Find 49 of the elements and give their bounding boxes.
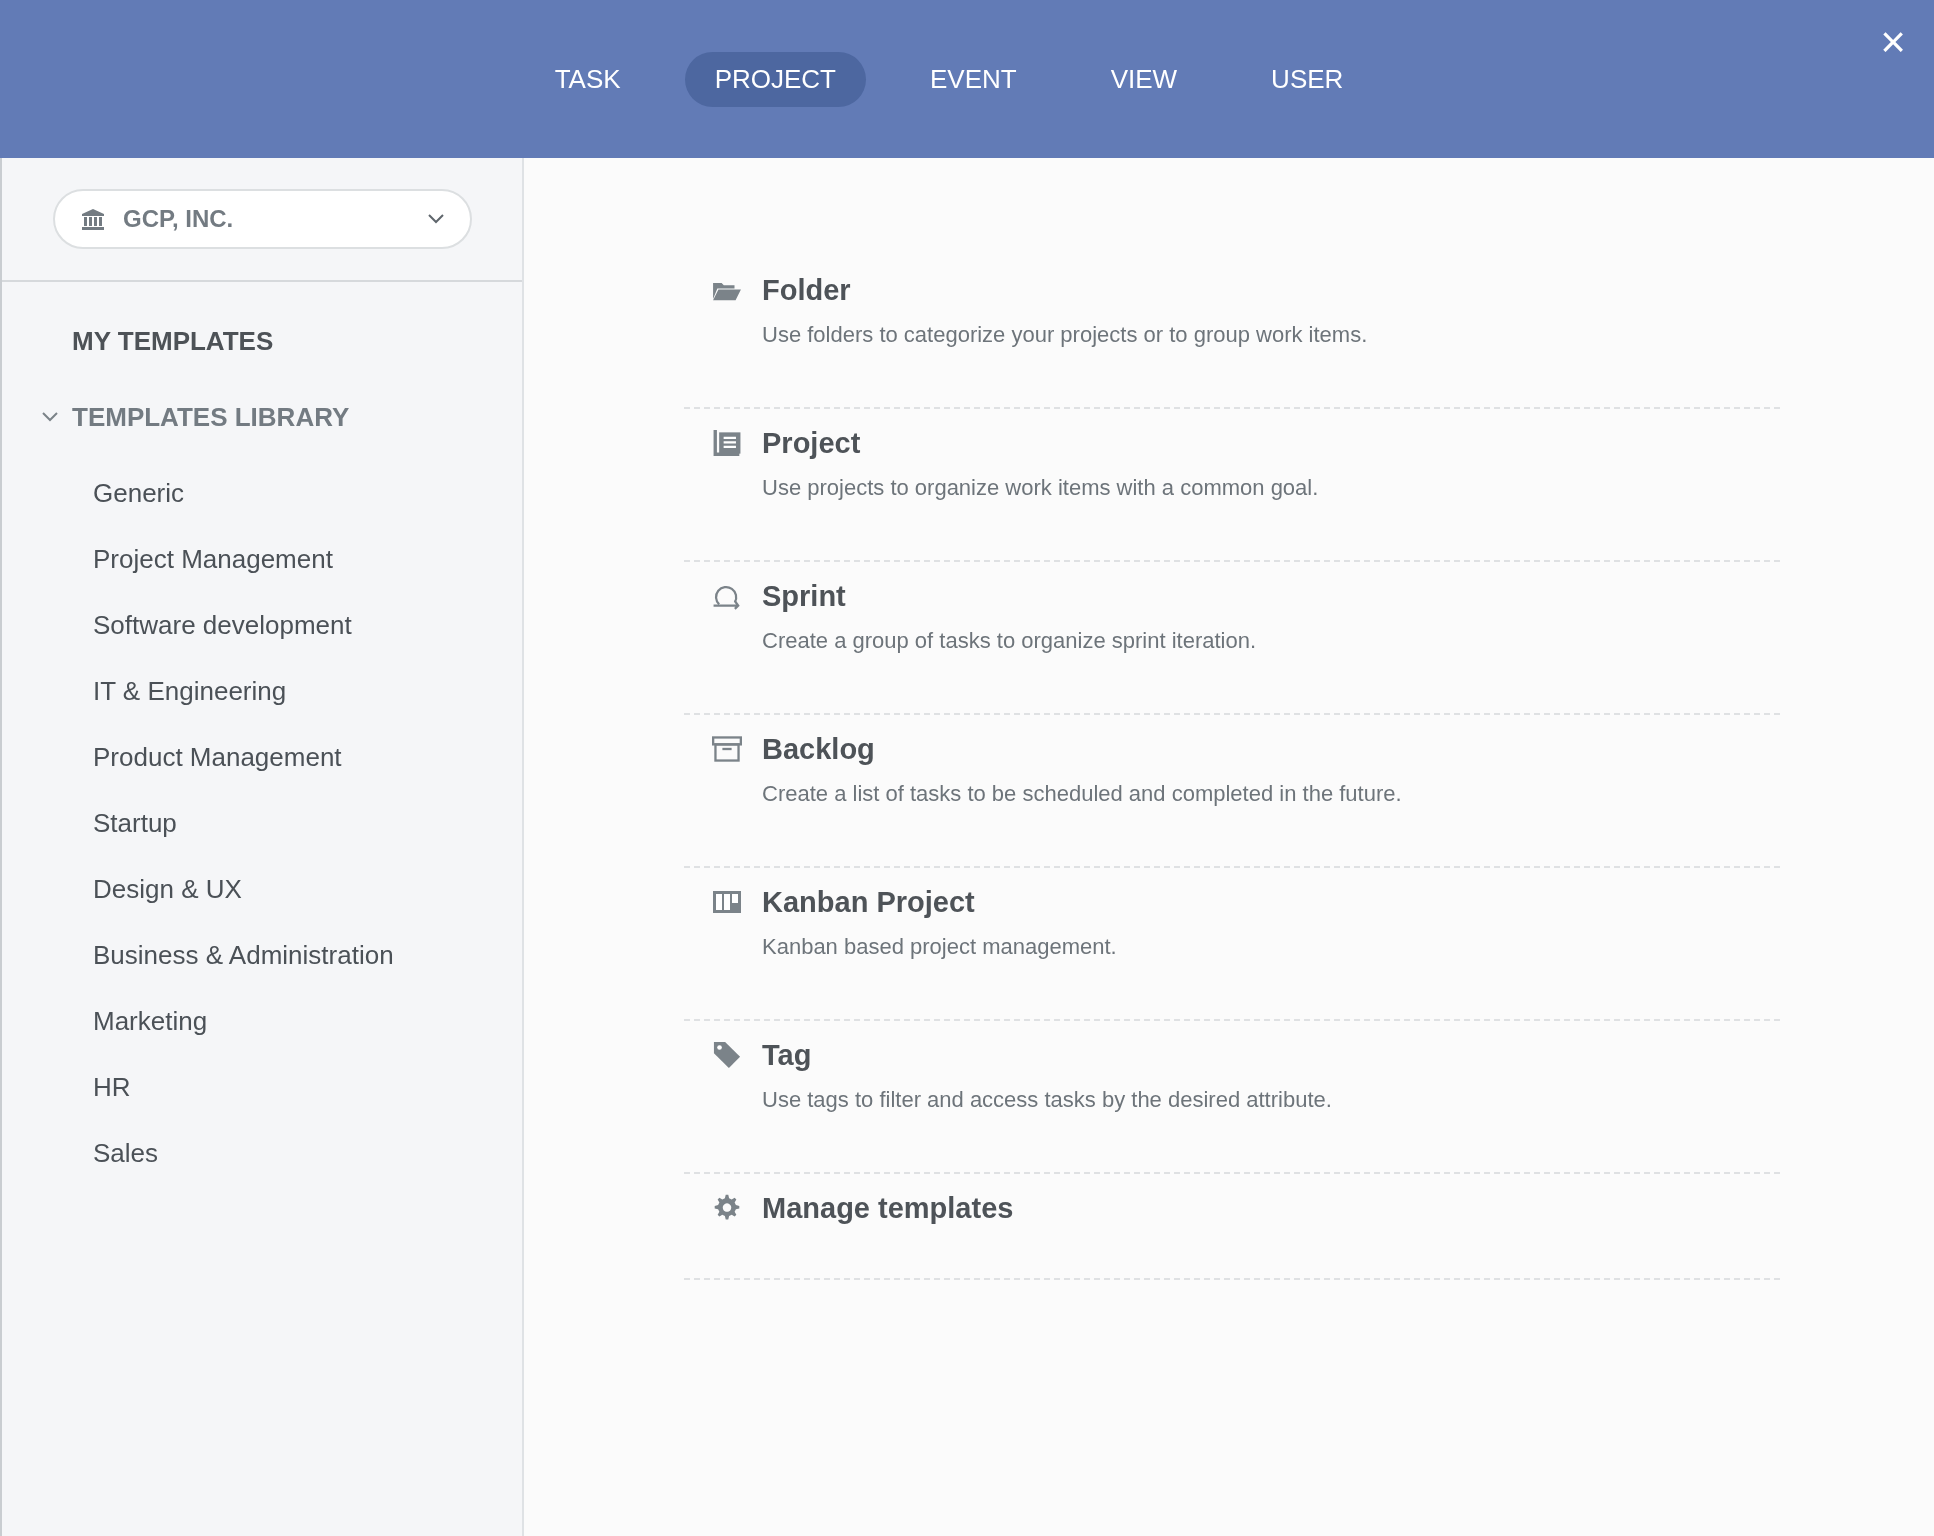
tab[interactable]: USER [1241,51,1374,107]
option-title: Tag [762,1038,813,1073]
document-stack-icon [712,429,742,457]
option-description: Use projects to organize work items with a common goal. [762,475,1319,501]
option-title: Backlog [762,732,876,767]
option-title: Folder [762,273,852,308]
sidebar-item[interactable]: Product Management [93,742,522,808]
template-option[interactable]: Project Use projects to organize work items with a common goal. [684,409,1780,562]
bank-icon [81,208,105,230]
gear-icon [712,1194,742,1222]
template-option[interactable]: Sprint Create a group of tasks to organize sprint iteration. [684,562,1780,715]
sidebar-item[interactable]: Project Management [93,544,522,610]
tab[interactable]: VIEW [1080,51,1208,107]
template-option[interactable]: Tag Use tags to filter and access tasks by the desired attribute. [684,1021,1780,1174]
option-description: Kanban based project management. [762,934,1117,960]
sidebar-item[interactable]: Business & Administration [93,940,522,1006]
option-title: Sprint [762,579,847,614]
option-title: Project [762,426,862,461]
workspace-name: GCP, INC. [123,205,235,233]
sidebar-item[interactable]: HR [93,1072,522,1138]
archive-box-icon [712,735,742,763]
template-option[interactable]: Folder Use folders to categorize your projects or to group work items. [684,256,1780,409]
section-heading[interactable]: MY TEMPLATES [72,325,274,357]
option-description: Create a list of tasks to be scheduled and completed in the future. [762,781,1402,807]
option-title: Kanban Project [762,885,976,920]
option-description: Use tags to filter and access tasks by the desired attribute. [762,1087,1332,1113]
tab[interactable]: TASK [524,51,651,107]
chevron-down-icon[interactable] [42,412,58,422]
option-title: Manage templates [762,1191,1014,1226]
section-heading[interactable]: TEMPLATES LIBRARY [72,401,350,433]
workspace-dropdown[interactable]: GCP, INC. [53,189,472,249]
option-description: Create a group of tasks to organize sprint iteration. [762,628,1257,654]
close-button[interactable]: × [1876,16,1910,68]
sidebar-item[interactable]: Marketing [93,1006,522,1072]
option-description: Use folders to categorize your projects or to group work items. [762,322,1368,348]
sidebar-item[interactable]: Software development [93,610,522,676]
sidebar-item[interactable]: Design & UX [93,874,522,940]
chevron-down-icon [428,214,444,224]
sidebar-item[interactable]: Sales [93,1138,522,1204]
tag-icon [712,1041,742,1069]
sidebar-item[interactable]: Startup [93,808,522,874]
columns-board-icon [712,888,742,916]
tab[interactable]: PROJECT [684,51,866,107]
template-option[interactable]: Manage templates [684,1174,1780,1280]
tab[interactable]: EVENT [899,51,1047,107]
sidebar-item[interactable]: Generic [93,478,522,544]
sidebar-item[interactable]: IT & Engineering [93,676,522,742]
template-option[interactable]: Backlog Create a list of tasks to be scheduled and completed in the future. [684,715,1780,868]
template-option[interactable]: Kanban Project Kanban based project management. [684,868,1780,1021]
